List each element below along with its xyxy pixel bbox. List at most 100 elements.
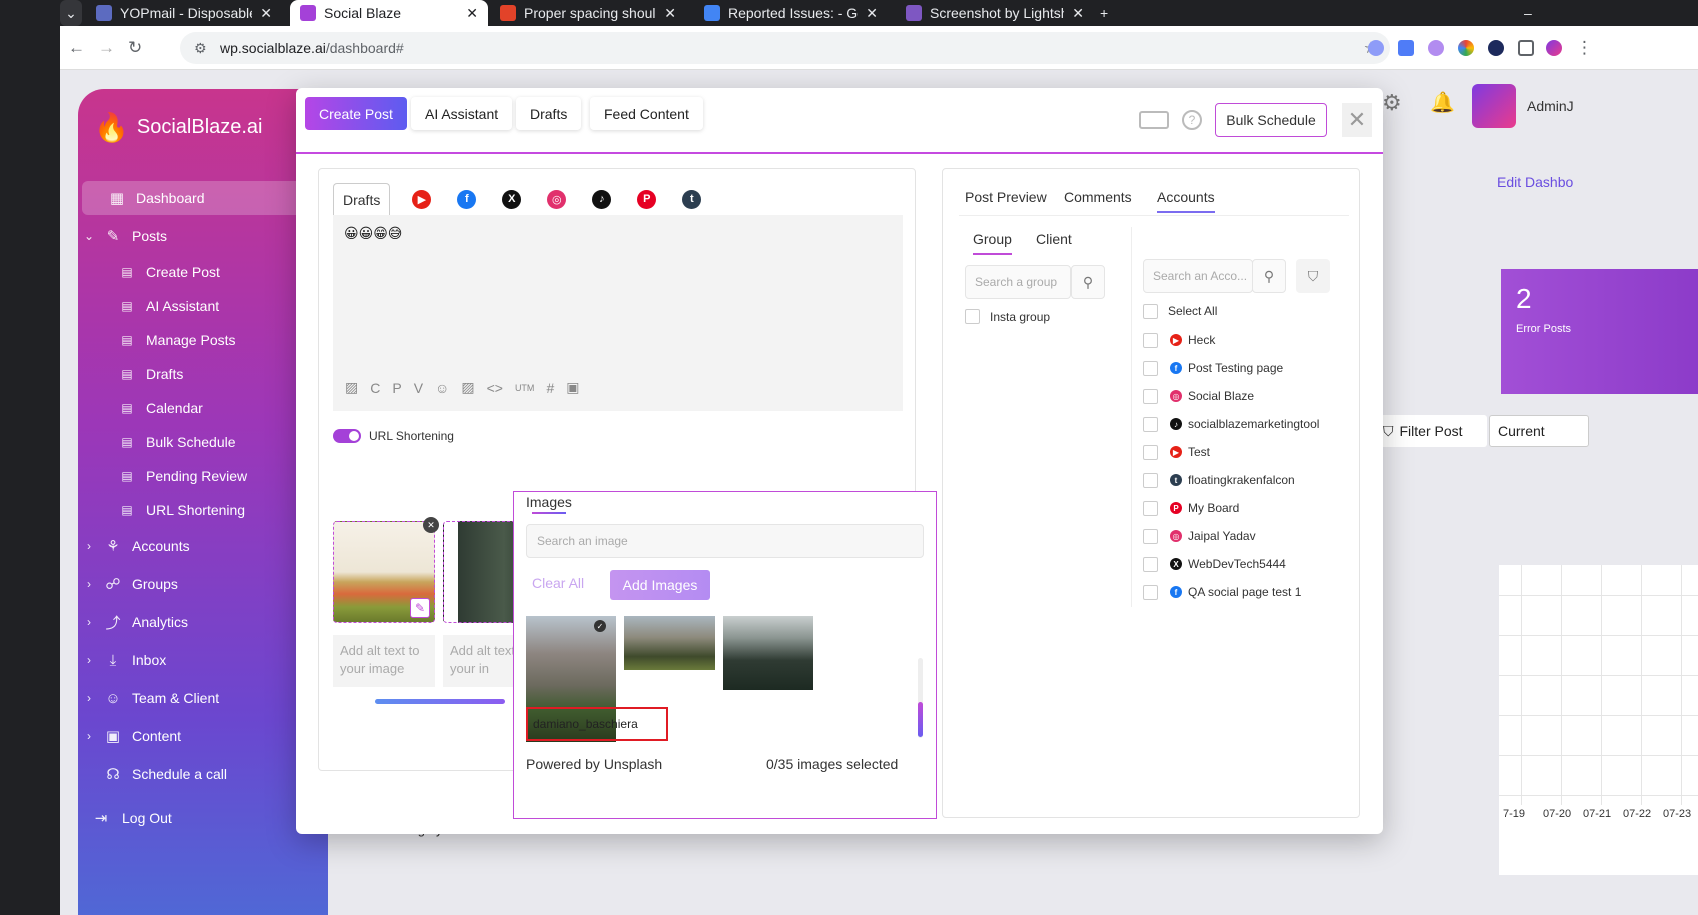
tab-create-post[interactable]: Create Post: [305, 97, 407, 130]
sidebar-item-groups[interactable]: › ☍ Groups: [78, 567, 308, 601]
notification-bell-icon[interactable]: 🔔: [1430, 90, 1456, 116]
tab-search-button[interactable]: ⌄: [60, 0, 82, 26]
account-item[interactable]: P My Board: [1143, 498, 1239, 518]
help-icon[interactable]: ?: [1182, 110, 1202, 130]
forward-icon[interactable]: →: [98, 38, 115, 58]
account-item[interactable]: ◎ Jaipal Yadav: [1143, 526, 1256, 546]
close-tab-icon[interactable]: ✕: [260, 5, 272, 22]
group-search-input[interactable]: Search a group: [965, 265, 1071, 299]
reload-icon[interactable]: ↻: [128, 38, 142, 58]
sidebar-item-calendar[interactable]: ▤ Calendar: [78, 391, 308, 425]
canva-icon[interactable]: C: [370, 380, 380, 396]
youtube-icon[interactable]: ▶: [412, 189, 432, 209]
group-item[interactable]: Insta group: [965, 309, 1050, 324]
account-item[interactable]: f QA social page test 1: [1143, 582, 1301, 602]
remove-image-icon[interactable]: ✕: [423, 517, 439, 533]
account-item[interactable]: ▶ Heck: [1143, 330, 1215, 350]
close-tab-icon[interactable]: ✕: [664, 5, 676, 22]
sidebar-item-ai-assistant[interactable]: ▤ AI Assistant: [78, 289, 308, 323]
extension-icon[interactable]: [1398, 40, 1414, 56]
sidebar-item-manage-posts[interactable]: ▤ Manage Posts: [78, 323, 308, 357]
post-textarea[interactable]: 😀😀😁😅 ▨ C P V ☺ ▨ <> UTM # ▣: [333, 215, 903, 411]
gallery-icon[interactable]: ▨: [461, 379, 474, 396]
sidebar-item-posts[interactable]: ⌄ ✎ Posts: [78, 219, 308, 253]
close-tab-icon[interactable]: ✕: [466, 5, 478, 22]
gallery-image-valley[interactable]: [624, 616, 715, 670]
subtab-group[interactable]: Group: [973, 231, 1012, 255]
tab-feed-content[interactable]: Feed Content: [590, 97, 703, 130]
site-info-icon[interactable]: ⚙: [194, 40, 207, 57]
instagram-icon[interactable]: ◎: [547, 189, 567, 209]
account-item[interactable]: ▶ Test: [1143, 442, 1210, 462]
tumblr-icon[interactable]: t: [682, 189, 702, 209]
select-all[interactable]: Select All: [1143, 301, 1217, 321]
sidebar-item-url-shortening[interactable]: ▤ URL Shortening: [78, 493, 308, 527]
subtab-client[interactable]: Client: [1036, 231, 1072, 247]
back-icon[interactable]: ←: [68, 38, 85, 58]
sidebar-item-analytics[interactable]: › ⤴ Analytics: [78, 605, 308, 639]
checkbox[interactable]: [1143, 444, 1158, 460]
sidebar-item-bulk-schedule[interactable]: ▤ Bulk Schedule: [78, 425, 308, 459]
sidebar-item-inbox[interactable]: › ⤓ Inbox: [78, 643, 308, 677]
settings-icon[interactable]: ⚙: [1382, 90, 1408, 116]
browser-tab[interactable]: Social Blaze ✕: [290, 0, 488, 26]
gallery-image-forest[interactable]: [723, 616, 813, 690]
sidebar-item-dashboard[interactable]: ▦ Dashboard: [82, 181, 308, 215]
tab-ai-assistant[interactable]: AI Assistant: [411, 97, 513, 130]
extension-icon[interactable]: [1428, 40, 1444, 56]
minimize-icon[interactable]: –: [1524, 0, 1544, 26]
checkbox[interactable]: [1143, 528, 1158, 544]
tab-drafts-editor[interactable]: Drafts: [333, 183, 391, 215]
checkbox[interactable]: [1143, 416, 1158, 432]
tab-comments[interactable]: Comments: [1064, 189, 1132, 205]
sidebar-item-pending-review[interactable]: ▤ Pending Review: [78, 459, 308, 493]
horizontal-scrollbar[interactable]: [375, 699, 505, 704]
scrollbar-thumb[interactable]: [918, 702, 923, 737]
sidebar-item-drafts[interactable]: ▤ Drafts: [78, 357, 308, 391]
add-images-button[interactable]: Add Images: [610, 570, 710, 600]
checkbox[interactable]: [1143, 388, 1158, 404]
close-tab-icon[interactable]: ✕: [866, 5, 878, 22]
checkbox[interactable]: [1143, 332, 1158, 348]
sidebar-item-accounts[interactable]: › ⚘ Accounts: [78, 529, 308, 563]
tab-accounts[interactable]: Accounts: [1157, 189, 1215, 213]
hashtag-icon[interactable]: #: [546, 380, 554, 396]
checkbox[interactable]: [1143, 556, 1158, 572]
url-field[interactable]: ⚙ wp.socialblaze.ai/dashboard# ☆: [180, 32, 1390, 64]
toggle-switch[interactable]: [333, 429, 361, 443]
browser-tab[interactable]: Proper spacing should b✕: [490, 0, 686, 26]
browser-tab[interactable]: Screenshot by Lightshot✕: [896, 0, 1094, 26]
account-item[interactable]: t floatingkrakenfalcon: [1143, 470, 1295, 490]
new-tab-button[interactable]: +: [1100, 0, 1120, 26]
checkbox[interactable]: [1143, 500, 1158, 516]
sidebar-item-create-post[interactable]: ▤ Create Post: [78, 255, 308, 289]
vista-icon[interactable]: V: [414, 380, 423, 396]
checkbox[interactable]: [1143, 360, 1158, 376]
picsart-icon[interactable]: P: [392, 380, 401, 396]
x-icon[interactable]: X: [502, 189, 522, 209]
edit-image-icon[interactable]: ✎: [410, 598, 430, 618]
alt-text-input[interactable]: Add alt text to your image: [333, 635, 435, 687]
checkbox[interactable]: [1143, 472, 1158, 488]
emoji-icon[interactable]: ☺: [435, 380, 449, 396]
account-item[interactable]: f Post Testing page: [1143, 358, 1283, 378]
filter-button[interactable]: ⛉: [1296, 259, 1330, 293]
edit-dashboard-link[interactable]: Edit Dashbo: [1497, 174, 1573, 190]
sidebar-item-team-client[interactable]: › ☺ Team & Client: [78, 681, 308, 715]
close-modal-button[interactable]: ✕: [1342, 103, 1372, 137]
sidebar-item-content[interactable]: › ▣ Content: [78, 719, 308, 753]
filter-post-button[interactable]: ⛉ Filter Post: [1375, 415, 1487, 447]
tab-drafts[interactable]: Drafts: [516, 97, 582, 130]
close-tab-icon[interactable]: ✕: [1072, 5, 1084, 22]
account-search-button[interactable]: ⚲: [1252, 259, 1286, 293]
utm-icon[interactable]: UTM: [515, 383, 535, 393]
video-tutorial-icon[interactable]: [1139, 111, 1169, 129]
profile-avatar[interactable]: [1546, 40, 1562, 56]
tiktok-icon[interactable]: ♪: [592, 189, 612, 209]
date-range-select[interactable]: Current: [1489, 415, 1589, 447]
brand-logo[interactable]: 🔥 SocialBlaze.ai: [94, 111, 263, 144]
checkbox[interactable]: [965, 309, 980, 324]
extension-icon[interactable]: [1368, 40, 1384, 56]
group-search-button[interactable]: ⚲: [1071, 265, 1105, 299]
checkbox[interactable]: [1143, 303, 1158, 319]
